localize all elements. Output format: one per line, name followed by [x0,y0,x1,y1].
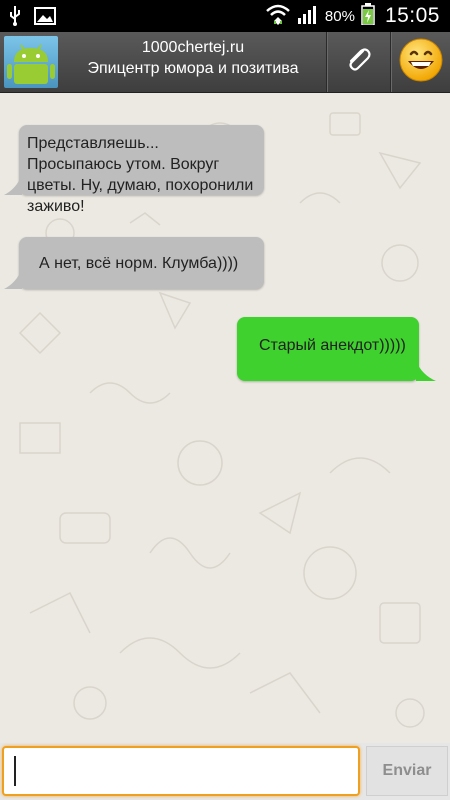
attach-button[interactable] [328,32,388,92]
chat-title-block[interactable]: 1000chertej.ru Эпицентр юмора и позитива [62,38,324,86]
bubble-tail [4,269,22,289]
gallery-icon [34,6,56,31]
bubble-tail [4,175,22,195]
bubble-tail [416,361,436,381]
android-icon [4,44,58,92]
message-bubble-incoming[interactable]: Представляешь... Просыпаюсь утом. Вокруг… [19,125,264,215]
chat-subtitle: Эпицентр юмора и позитива [87,60,299,77]
message-bubble-outgoing[interactable]: Старый анекдот))))) [237,317,419,381]
composer: Enviar [0,743,450,800]
message-bubble-incoming[interactable]: А нет, всё норм. Клумба)))) [19,237,264,289]
status-bar: 80% 15:05 [0,0,450,32]
chat-header: 1000chertej.ru Эпицентр юмора и позитива [0,32,450,93]
avatar[interactable] [4,36,58,88]
battery-charging-icon [361,2,375,30]
send-button[interactable]: Enviar [366,746,448,796]
message-text: А нет, всё норм. Клумба)))) [39,255,239,272]
message-text: Старый анекдот))))) [259,337,406,354]
signal-icon [297,4,319,29]
message-input[interactable] [2,746,360,796]
wifi-icon [265,3,291,30]
usb-icon [8,6,22,31]
battery-percent: 80% [324,7,355,25]
smiley-icon [398,37,444,88]
chat-title: 1000chertej.ru [141,39,245,56]
paperclip-icon [343,45,373,80]
clock: 15:05 [384,4,440,27]
text-cursor [14,756,16,786]
message-list[interactable]: Представляешь... Просыпаюсь утом. Вокруг… [0,93,450,743]
emoji-button[interactable] [392,32,450,92]
